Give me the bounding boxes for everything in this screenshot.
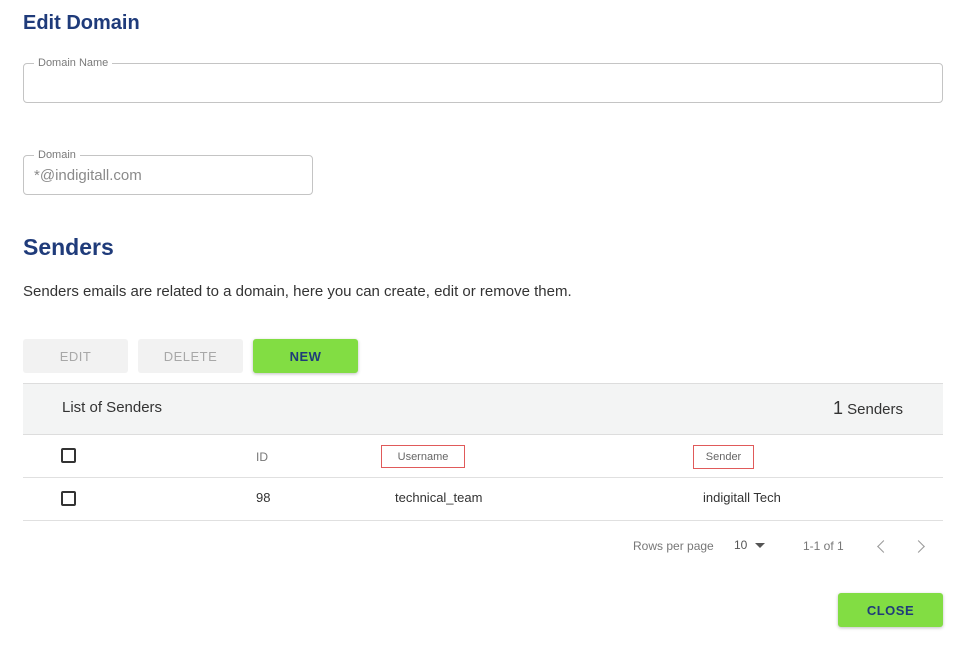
rows-per-page-label: Rows per page bbox=[633, 539, 714, 553]
caret-down-icon bbox=[755, 542, 766, 548]
domain-field[interactable]: Domain bbox=[23, 149, 313, 195]
close-button[interactable]: CLOSE bbox=[838, 593, 943, 627]
rows-per-page-value: 10 bbox=[734, 538, 748, 552]
previous-page-button[interactable] bbox=[872, 536, 892, 556]
edit-button[interactable]: EDIT bbox=[23, 339, 128, 373]
delete-button[interactable]: DELETE bbox=[138, 339, 243, 373]
senders-count-number: 1 bbox=[832, 398, 843, 418]
chevron-right-icon bbox=[912, 540, 925, 553]
new-sender-button[interactable]: NEW bbox=[253, 339, 358, 373]
row-checkbox[interactable] bbox=[61, 491, 76, 506]
pagination-range: 1-1 of 1 bbox=[803, 539, 844, 553]
header-divider bbox=[23, 477, 943, 478]
rows-per-page-select[interactable]: 10 bbox=[734, 538, 766, 552]
list-title: List of Senders bbox=[62, 399, 163, 416]
row-sender: indigitall Tech bbox=[703, 490, 781, 505]
column-header-id[interactable]: ID bbox=[256, 450, 268, 464]
chevron-left-icon bbox=[877, 540, 890, 553]
senders-heading: Senders bbox=[23, 234, 114, 260]
dialog-title: Edit Domain bbox=[23, 12, 140, 34]
select-all-checkbox[interactable] bbox=[61, 448, 76, 463]
senders-count-label: Senders bbox=[847, 401, 903, 418]
next-page-button[interactable] bbox=[911, 536, 931, 556]
row-id: 98 bbox=[256, 490, 271, 505]
senders-description: Senders emails are related to a domain, … bbox=[23, 283, 572, 300]
domain-name-field[interactable]: Domain Name bbox=[23, 57, 943, 103]
senders-count: 1 Senders bbox=[833, 398, 903, 419]
column-header-username[interactable]: Username bbox=[381, 445, 465, 468]
domain-name-input[interactable] bbox=[24, 64, 942, 102]
row-divider bbox=[23, 520, 943, 521]
domain-input[interactable] bbox=[24, 156, 312, 194]
column-header-sender[interactable]: Sender bbox=[693, 445, 754, 469]
row-username: technical_team bbox=[395, 490, 483, 505]
list-header-bar: List of Senders 1 Senders bbox=[23, 383, 943, 435]
